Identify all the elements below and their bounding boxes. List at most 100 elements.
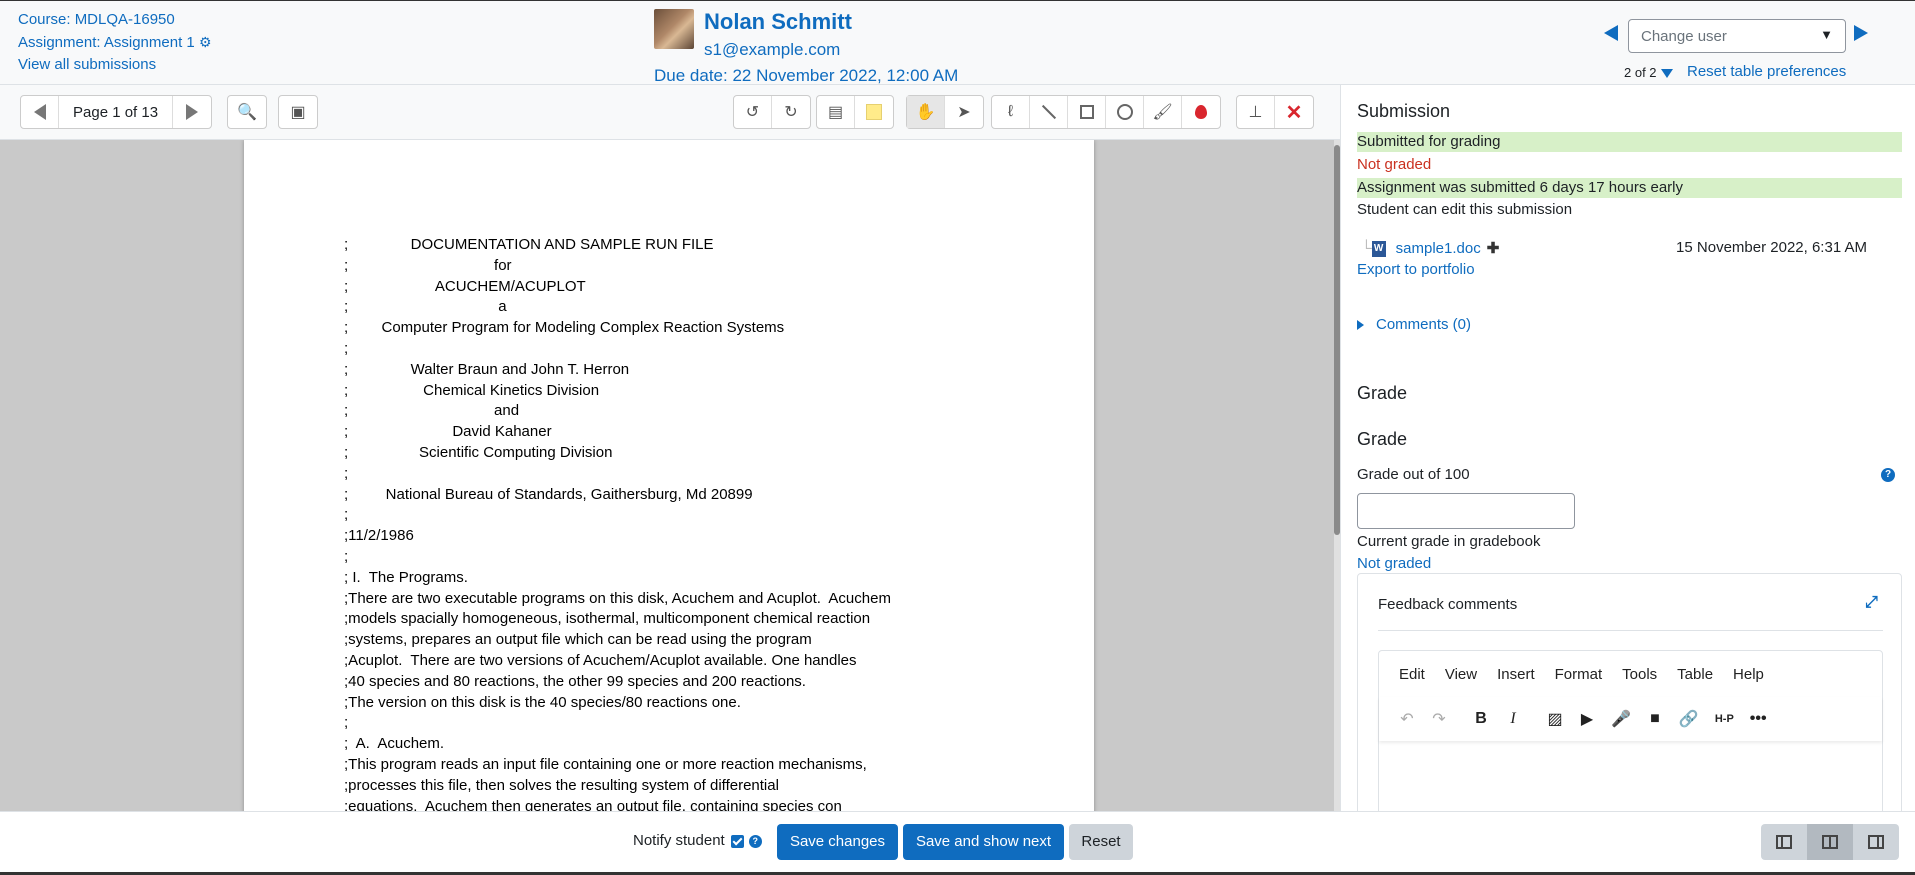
image-icon[interactable]: ▨	[1547, 709, 1563, 729]
oval-button[interactable]	[1106, 96, 1144, 128]
menu-tools[interactable]: Tools	[1622, 666, 1657, 683]
course-info: Course: MDLQA-16950 Assignment: Assignme…	[18, 9, 212, 76]
assignment-link[interactable]: Assignment: Assignment 1 ⚙	[18, 31, 212, 54]
next-page-button[interactable]	[173, 96, 211, 128]
course-link[interactable]: Course: MDLQA-16950	[18, 9, 212, 31]
notify-student: Notify student?	[633, 832, 762, 849]
default-layout-button[interactable]	[1807, 824, 1853, 860]
reset-button[interactable]: Reset	[1069, 824, 1133, 860]
document-line: ;systems, prepares an output file which …	[344, 631, 812, 649]
assignment-link-text[interactable]: Assignment: Assignment 1	[18, 34, 195, 51]
notify-student-label: Notify student	[633, 832, 725, 849]
comment-colour-button[interactable]	[855, 96, 893, 128]
help-icon[interactable]: ?	[748, 834, 762, 848]
document-line: ;models spacially homogeneous, isotherma…	[344, 610, 871, 628]
annotation-toolbar: Page 1 of 13 🔍 ▣ ↺ ↻ ▤ ✋ ➤ ℓ 🖌 ⊥ ✕	[0, 85, 1340, 140]
filter-icon[interactable]	[1660, 69, 1673, 79]
document-line: ;	[344, 548, 349, 565]
document-line: ;Acuplot. There are two versions of Acuc…	[344, 652, 857, 669]
yellow-colour-icon	[866, 104, 882, 120]
export-to-portfolio-link[interactable]: Export to portfolio	[1357, 261, 1475, 278]
file-row: └ Wsample1.doc ✚ 15 November 2022, 6:31 AM	[1357, 239, 1867, 258]
help-icon[interactable]: ?	[1881, 468, 1895, 482]
document-line: ;There are two executable programs on th…	[344, 589, 891, 607]
search-comments-group: 🔍	[227, 95, 267, 129]
rectangle-button[interactable]	[1068, 96, 1106, 128]
document-line: ; DOCUMENTATION AND SAMPLE RUN FILE	[344, 236, 714, 253]
rich-text-editor: Edit View Insert Format Tools Table Help…	[1378, 650, 1883, 811]
select-button[interactable]: ➤	[945, 96, 983, 128]
microphone-icon[interactable]: 🎤	[1611, 709, 1631, 729]
avatar[interactable]	[654, 9, 694, 49]
delete-annotations-button[interactable]: ✕	[1275, 96, 1313, 128]
window-icon: ▣	[290, 104, 306, 121]
search-comments-button[interactable]: 🔍	[228, 96, 266, 128]
document-line: ; David Kahaner	[344, 423, 552, 441]
save-and-show-next-button[interactable]: Save and show next	[903, 824, 1064, 860]
expand-icon[interactable]: ⤢	[1865, 595, 1879, 611]
reset-table-preferences-link[interactable]: Reset table preferences	[1687, 63, 1846, 80]
grade-out-of-label: Grade out of 100	[1357, 466, 1470, 483]
rotate-right-button[interactable]: ↻	[772, 96, 810, 128]
comments-link[interactable]: Comments (0)	[1376, 316, 1471, 333]
editor-toolbar: ↶ ↷ B I ▨ ▶ 🎤 ■ 🔗 H-P •••	[1379, 697, 1882, 741]
hand-icon: ✋	[915, 104, 936, 121]
document-page[interactable]: ; DOCUMENTATION AND SAMPLE RUN FILE ; for…	[244, 140, 1094, 811]
user-email-link[interactable]: s1@example.com	[704, 40, 840, 60]
menu-table[interactable]: Table	[1677, 666, 1713, 683]
stamp-button[interactable]: ⊥	[1237, 96, 1275, 128]
comment-button[interactable]: ▤	[817, 96, 855, 128]
layout-switcher	[1761, 824, 1899, 860]
document-line: ; Scientific Computing Division	[344, 444, 613, 461]
file-link[interactable]: sample1.doc	[1396, 240, 1481, 257]
submission-timing: Assignment was submitted 6 days 17 hours…	[1357, 178, 1902, 198]
undo-icon[interactable]: ↶	[1399, 709, 1415, 729]
rotate-group: ↺ ↻	[733, 95, 811, 129]
user-name-link[interactable]: Nolan Schmitt	[704, 9, 852, 35]
menu-edit[interactable]: Edit	[1399, 666, 1425, 683]
change-user-select[interactable]: Change user ▼	[1628, 19, 1846, 53]
submission-heading: Submission	[1357, 101, 1451, 121]
previous-page-button[interactable]	[21, 96, 59, 128]
plus-icon[interactable]: ✚	[1487, 240, 1500, 257]
feedback-comments-title: Feedback comments	[1378, 596, 1518, 613]
highlight-button[interactable]: 🖌	[1144, 96, 1182, 128]
save-changes-button[interactable]: Save changes	[777, 824, 898, 860]
grader-header: Course: MDLQA-16950 Assignment: Assignme…	[0, 0, 1915, 85]
comments-toggle[interactable]: Comments (0)	[1357, 316, 1471, 333]
link-icon[interactable]: 🔗	[1679, 709, 1699, 729]
media-icon[interactable]: ▶	[1579, 709, 1595, 729]
notify-student-checkbox[interactable]	[730, 834, 744, 848]
view-all-submissions-link[interactable]: View all submissions	[18, 54, 212, 76]
document-viewer[interactable]: ; DOCUMENTATION AND SAMPLE RUN FILE ; for…	[0, 140, 1340, 811]
grade-input[interactable]	[1357, 493, 1575, 529]
pen-button[interactable]: ℓ	[992, 96, 1030, 128]
collapse-grade-panel-button[interactable]	[1853, 824, 1899, 860]
grade-subheading: Grade	[1357, 429, 1408, 449]
rotate-left-button[interactable]: ↺	[734, 96, 772, 128]
annotation-colour-button[interactable]	[1182, 96, 1220, 128]
menu-help[interactable]: Help	[1733, 666, 1764, 683]
menu-format[interactable]: Format	[1555, 666, 1603, 683]
menu-insert[interactable]: Insert	[1497, 666, 1535, 683]
line-button[interactable]	[1030, 96, 1068, 128]
pan-button[interactable]: ✋	[907, 96, 945, 128]
gear-icon[interactable]: ⚙	[199, 34, 212, 50]
expand-comments-button[interactable]: ▣	[279, 96, 317, 128]
bold-icon[interactable]: B	[1473, 710, 1489, 728]
more-icon[interactable]: •••	[1750, 710, 1767, 728]
tree-connector-icon: └	[1361, 240, 1372, 257]
collapse-review-panel-button[interactable]	[1761, 824, 1807, 860]
redo-icon[interactable]: ↷	[1431, 709, 1447, 729]
page-select[interactable]: Page 1 of 13	[59, 96, 174, 128]
layout-left-icon	[1776, 835, 1792, 849]
next-user-arrow-icon[interactable]	[1854, 25, 1868, 41]
current-grade-value[interactable]: Not graded	[1357, 555, 1431, 572]
h5p-icon[interactable]: H-P	[1715, 713, 1734, 725]
menu-view[interactable]: View	[1445, 666, 1477, 683]
line-icon	[1041, 104, 1056, 120]
video-camera-icon[interactable]: ■	[1647, 710, 1663, 728]
italic-icon[interactable]: I	[1505, 710, 1521, 728]
previous-user-arrow-icon[interactable]	[1604, 25, 1618, 41]
pen-icon: ℓ	[1007, 103, 1014, 120]
